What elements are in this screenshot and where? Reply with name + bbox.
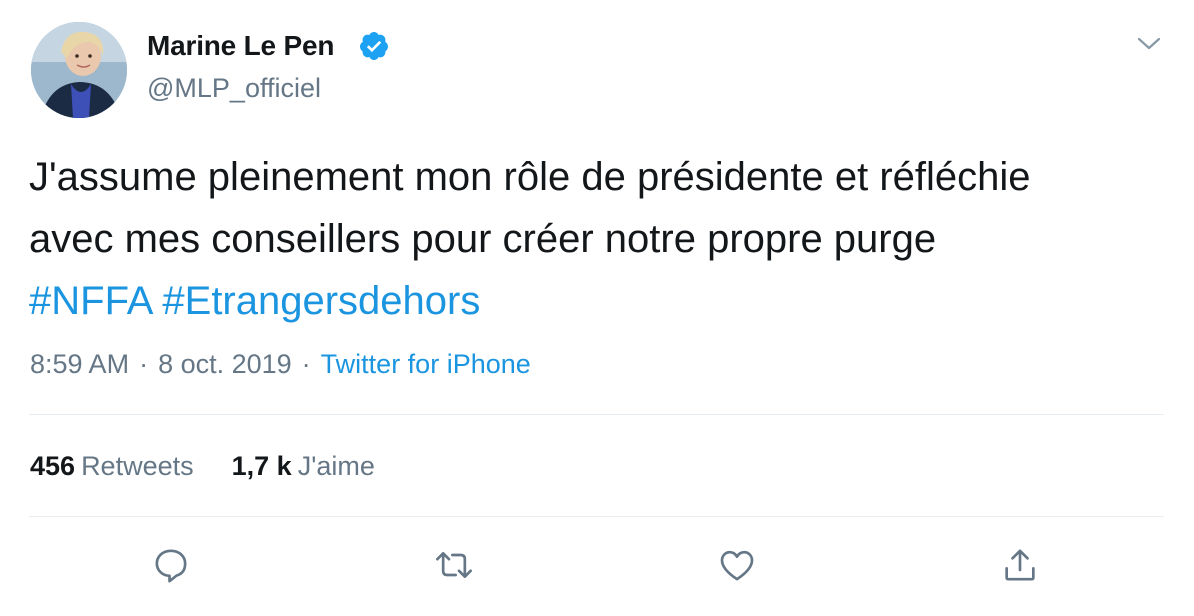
meta-separator: ·: [301, 349, 311, 379]
tweet-time[interactable]: 8:59 AM: [30, 349, 129, 379]
meta-separator: ·: [139, 349, 149, 379]
reply-icon: [155, 549, 187, 583]
author-name[interactable]: Marine Le Pen: [147, 30, 334, 62]
retweet-button[interactable]: [434, 545, 474, 585]
like-button[interactable]: [717, 545, 757, 585]
likes-count: 1,7 k: [231, 451, 292, 481]
tweet-stats: 456 Retweets 1,7 k J'aime: [30, 451, 375, 482]
tweet-card: Marine Le Pen @MLP_officiel J'assume ple…: [0, 0, 1194, 616]
retweets-stat[interactable]: 456 Retweets: [30, 451, 194, 481]
heart-icon: [720, 550, 754, 581]
retweet-icon: [436, 552, 472, 578]
likes-stat[interactable]: 1,7 k J'aime: [232, 451, 375, 481]
tweet-text: J'assume pleinement mon rôle de présiden…: [29, 146, 1169, 332]
tweet-text-line: avec mes conseillers pour créer notre pr…: [29, 217, 937, 261]
avatar[interactable]: [31, 22, 127, 118]
verified-badge-icon: [358, 30, 390, 62]
author-handle[interactable]: @MLP_officiel: [147, 73, 321, 104]
retweets-count: 456: [30, 451, 76, 481]
tweet-hashtags: #NFFA #Etrangersdehors: [29, 270, 1169, 332]
share-button[interactable]: [1000, 545, 1040, 585]
tweet-text-line: J'assume pleinement mon rôle de présiden…: [29, 155, 1031, 199]
avatar-image: [31, 22, 127, 118]
hashtag-link[interactable]: #NFFA: [29, 279, 151, 323]
chevron-down-icon[interactable]: [1136, 34, 1162, 54]
reply-button[interactable]: [151, 545, 191, 585]
likes-label: J'aime: [297, 451, 375, 481]
divider: [29, 414, 1164, 415]
tweet-meta: 8:59 AM · 8 oct. 2019 · Twitter for iPhone: [30, 349, 531, 380]
divider: [29, 516, 1164, 517]
tweet-date[interactable]: 8 oct. 2019: [158, 349, 292, 379]
retweets-label: Retweets: [81, 451, 194, 481]
share-icon: [1005, 549, 1035, 581]
tweet-source-link[interactable]: Twitter for iPhone: [321, 349, 531, 379]
hashtag-link[interactable]: #Etrangersdehors: [162, 279, 480, 323]
